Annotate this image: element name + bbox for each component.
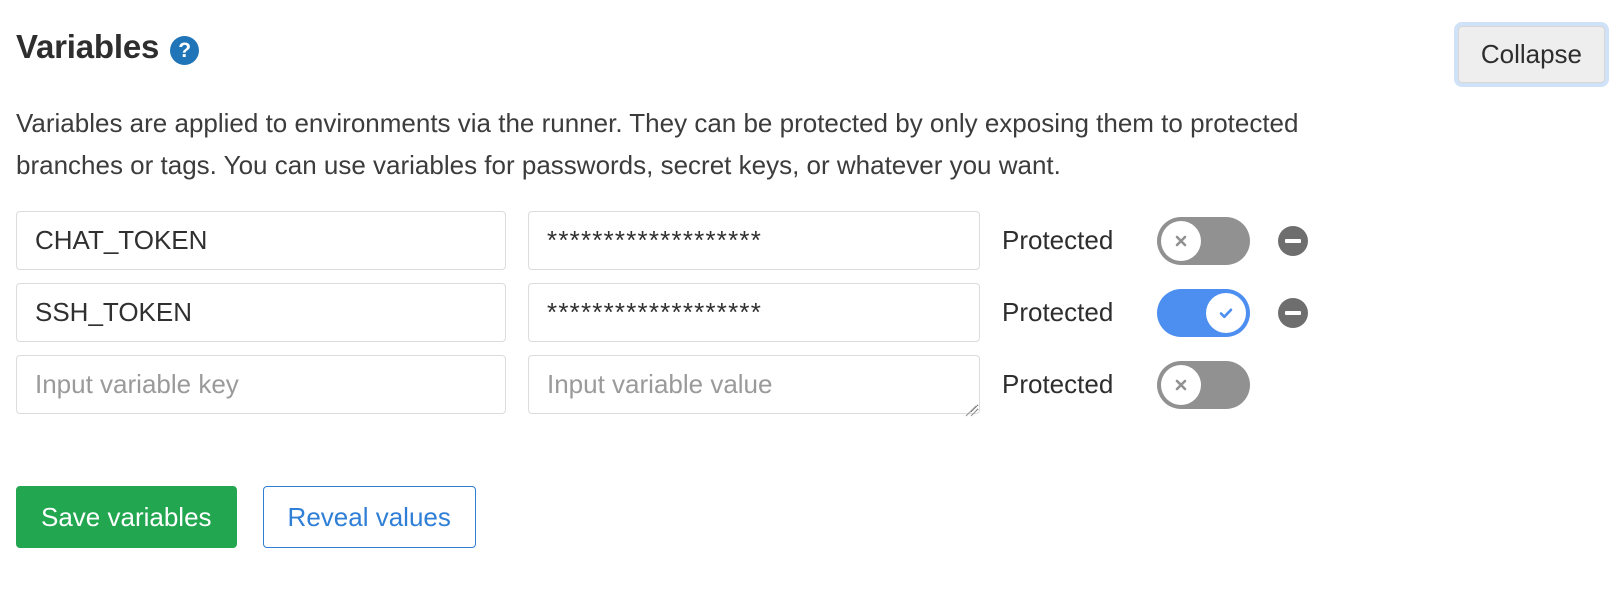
collapse-button[interactable]: Collapse bbox=[1457, 26, 1605, 83]
table-row-new: Protected bbox=[16, 355, 1308, 417]
check-icon bbox=[1206, 293, 1246, 333]
reveal-values-button[interactable]: Reveal values bbox=[262, 486, 476, 548]
new-variable-key-input[interactable] bbox=[16, 355, 506, 414]
protected-label: Protected bbox=[1002, 225, 1114, 255]
variable-value-input[interactable] bbox=[528, 211, 980, 270]
variable-value-wrapper bbox=[528, 211, 980, 270]
protected-label: Protected bbox=[1002, 297, 1114, 327]
variables-panel: Variables ? Collapse Variables are appli… bbox=[0, 0, 1620, 596]
variable-key-input[interactable] bbox=[16, 283, 506, 342]
save-variables-button[interactable]: Save variables bbox=[16, 486, 237, 548]
variable-value-wrapper bbox=[528, 283, 980, 342]
new-variable-value-wrapper bbox=[528, 355, 980, 419]
protected-toggle[interactable] bbox=[1157, 289, 1250, 337]
cross-icon bbox=[1161, 365, 1201, 405]
page-title: Variables bbox=[16, 28, 160, 65]
remove-variable-button[interactable] bbox=[1278, 298, 1308, 328]
panel-header: Variables ? bbox=[16, 28, 200, 66]
variables-list: Protected Protected bbox=[16, 211, 1308, 427]
variable-value-input[interactable] bbox=[528, 283, 980, 342]
new-variable-value-input[interactable] bbox=[528, 355, 980, 414]
protected-toggle[interactable] bbox=[1157, 361, 1250, 409]
cross-icon bbox=[1161, 221, 1201, 261]
table-row: Protected bbox=[16, 211, 1308, 270]
protected-label: Protected bbox=[1002, 369, 1114, 399]
protected-toggle[interactable] bbox=[1157, 217, 1250, 265]
question-circle-icon[interactable]: ? bbox=[170, 35, 200, 65]
panel-description: Variables are applied to environments vi… bbox=[16, 108, 1299, 180]
variable-key-input[interactable] bbox=[16, 211, 506, 270]
panel-actions: Save variables Reveal values bbox=[16, 486, 476, 548]
remove-variable-button[interactable] bbox=[1278, 226, 1308, 256]
table-row: Protected bbox=[16, 283, 1308, 342]
